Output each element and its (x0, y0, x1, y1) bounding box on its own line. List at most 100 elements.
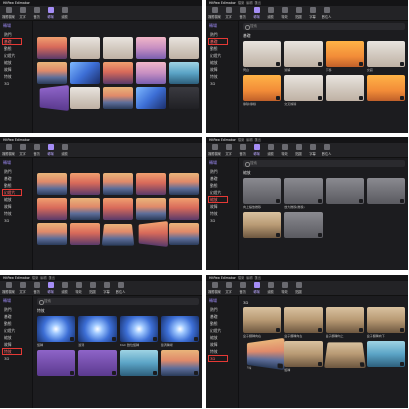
sidebar-item-3d[interactable]: 3D (208, 355, 228, 362)
sidebar-item-3d[interactable]: 3D (206, 217, 238, 224)
transition-thumbnail[interactable]: 放大推移(推移) (284, 178, 323, 209)
toolbar-transition[interactable]: 轉場 (250, 144, 263, 157)
sidebar-item-hot[interactable]: 熱門 (206, 168, 238, 175)
transition-thumbnail[interactable] (325, 178, 364, 204)
toolbar-media[interactable]: 媒體檔案 (208, 282, 221, 295)
download-icon[interactable] (400, 96, 404, 100)
toolbar-filter[interactable]: 濾鏡 (58, 7, 71, 20)
toolbar-audio[interactable]: 音訊 (236, 144, 249, 157)
sidebar-item-effect[interactable]: 特效 (206, 73, 238, 80)
toolbar-audio[interactable]: 音訊 (30, 7, 43, 20)
transition-thumbnail[interactable]: 旋轉 (284, 341, 323, 372)
download-icon[interactable] (400, 199, 404, 203)
download-icon[interactable] (358, 62, 363, 66)
sidebar-item-effect[interactable]: 特效 (206, 348, 238, 355)
sidebar-item-motion[interactable]: 動態 (0, 182, 32, 189)
search-input[interactable]: 搜索 (37, 298, 199, 305)
transition-thumbnail[interactable] (103, 37, 133, 59)
download-icon[interactable] (276, 62, 281, 66)
menu-export[interactable]: 匯出 (255, 276, 261, 280)
download-icon[interactable] (70, 337, 75, 341)
download-icon[interactable] (152, 371, 157, 375)
sidebar-item-zoom[interactable]: 縮放 (208, 196, 228, 203)
toolbar-effect[interactable]: 特效 (278, 282, 291, 295)
transition-thumbnail[interactable] (78, 350, 117, 376)
download-icon[interactable] (359, 362, 365, 367)
transition-thumbnail[interactable] (119, 350, 158, 376)
transition-thumbnail[interactable] (138, 220, 168, 248)
download-icon[interactable] (400, 362, 404, 366)
transition-thumbnail[interactable] (136, 173, 166, 195)
sidebar-item-motion[interactable]: 動態 (0, 320, 32, 327)
sidebar-item-slide[interactable]: 幻燈片 (206, 189, 238, 196)
download-icon[interactable] (317, 96, 322, 100)
sidebar-item-zoom[interactable]: 縮放 (206, 59, 238, 66)
download-icon[interactable] (277, 363, 284, 369)
sidebar-item-effect[interactable]: 特效 (0, 73, 32, 80)
sidebar-item-motion[interactable]: 動態 (206, 45, 238, 52)
toolbar-text[interactable]: 文字 (222, 144, 235, 157)
transition-thumbnail[interactable] (136, 37, 166, 59)
transition-thumbnail[interactable] (169, 173, 199, 195)
transition-thumbnail[interactable] (136, 87, 166, 109)
download-icon[interactable] (358, 199, 363, 203)
menu-file[interactable]: 檔案 (238, 138, 244, 142)
download-icon[interactable] (317, 62, 322, 66)
sidebar-item-glitch[interactable]: 故障 (206, 341, 238, 348)
transition-thumbnail[interactable] (103, 87, 133, 109)
sidebar-item-3d[interactable]: 3D (206, 80, 238, 87)
transition-thumbnail[interactable] (39, 84, 69, 112)
sidebar-item-glitch[interactable]: 故障 (0, 66, 32, 73)
sidebar-item-glitch[interactable]: 故障 (0, 203, 32, 210)
transition-thumbnail[interactable] (37, 37, 67, 59)
toolbar-filter[interactable]: 濾鏡 (264, 144, 277, 157)
toolbar-avatar[interactable]: 數位人 (320, 7, 333, 20)
transition-thumbnail[interactable]: 盒子翻轉向上 (325, 307, 364, 338)
transition-thumbnail[interactable] (37, 198, 67, 220)
transition-thumbnail[interactable]: RGC 數位旋轉 (119, 316, 158, 347)
search-input[interactable]: 搜索 (243, 160, 405, 167)
toolbar-text[interactable]: 文字 (16, 7, 29, 20)
download-icon[interactable] (276, 96, 281, 100)
download-icon[interactable] (194, 371, 198, 375)
transition-thumbnail[interactable] (70, 223, 100, 245)
transition-thumbnail[interactable]: 盒子翻轉向左 (284, 307, 323, 338)
toolbar-text[interactable]: 文字 (16, 282, 29, 295)
menu-edit[interactable]: 編輯 (40, 276, 46, 280)
sidebar-item-basic[interactable]: 基礎 (0, 175, 32, 182)
sidebar-item-hot[interactable]: 熱門 (0, 31, 32, 38)
transition-thumbnail[interactable] (70, 62, 100, 84)
transition-thumbnail[interactable]: 閃白 (243, 41, 282, 72)
menu-edit[interactable]: 編輯 (246, 1, 252, 5)
transition-thumbnail[interactable]: 盒子翻轉向右 (243, 307, 282, 338)
menu-file[interactable]: 檔案 (238, 1, 244, 5)
toolbar-transition[interactable]: 轉場 (250, 7, 263, 20)
transition-thumbnail[interactable] (160, 350, 199, 376)
transition-thumbnail[interactable] (169, 87, 199, 109)
download-icon[interactable] (111, 337, 116, 341)
download-icon[interactable] (276, 328, 281, 332)
download-icon[interactable] (194, 337, 198, 341)
transition-thumbnail[interactable] (284, 212, 323, 238)
transition-thumbnail[interactable] (101, 224, 135, 246)
download-icon[interactable] (70, 371, 75, 375)
toolbar-transition[interactable]: 轉場 (44, 282, 57, 295)
transition-thumbnail[interactable]: 溶解 (284, 41, 323, 72)
menu-export[interactable]: 匯出 (255, 138, 261, 142)
sidebar-item-slide[interactable]: 幻燈片 (0, 327, 32, 334)
transition-thumbnail[interactable]: 旋轉 (37, 316, 76, 347)
transition-thumbnail[interactable]: 盒子翻轉向下 (366, 307, 405, 338)
toolbar-transition[interactable]: 轉場 (44, 144, 57, 157)
sidebar-item-basic[interactable]: 基礎 (206, 313, 238, 320)
sidebar-item-3d[interactable]: 3D (0, 355, 32, 362)
transition-thumbnail[interactable]: 交叉擦除 (284, 75, 323, 106)
sidebar-item-zoom[interactable]: 縮放 (0, 196, 32, 203)
toolbar-subtitle[interactable]: 字幕 (100, 282, 113, 295)
sidebar-item-glitch[interactable]: 故障 (206, 203, 238, 210)
toolbar-text[interactable]: 文字 (16, 144, 29, 157)
toolbar-filter[interactable]: 濾鏡 (264, 7, 277, 20)
sidebar-item-glitch[interactable]: 故障 (206, 66, 238, 73)
search-input[interactable]: 搜索 (243, 23, 405, 30)
transition-thumbnail[interactable] (103, 198, 133, 220)
menu-edit[interactable]: 編輯 (246, 276, 252, 280)
